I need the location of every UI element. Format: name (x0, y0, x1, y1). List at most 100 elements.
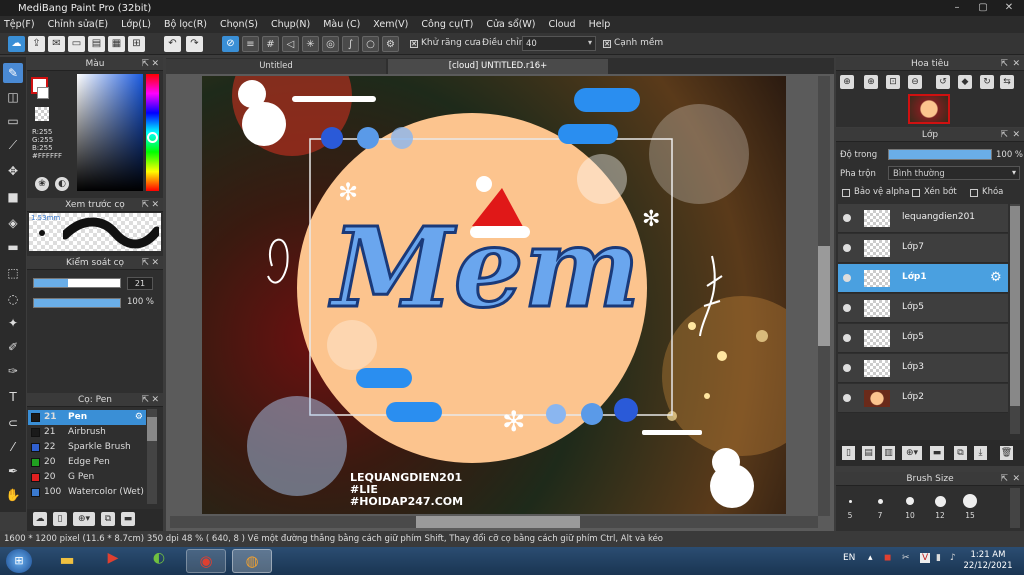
navigator-thumbnail[interactable] (908, 94, 950, 124)
lasso-icon[interactable]: ◌ (3, 289, 23, 309)
brush-item[interactable]: 22 Sparkle Brush (28, 440, 146, 455)
brush-size-slider[interactable] (33, 278, 121, 288)
tab-untitled[interactable]: Untitled (166, 59, 386, 74)
scrollbar-thumb[interactable] (818, 246, 830, 346)
layout-icon[interactable]: ▦ (108, 36, 125, 52)
select-pen-icon[interactable]: ✐ (3, 337, 23, 357)
brush-tool-icon[interactable]: ✎ (3, 63, 23, 83)
flip-icon[interactable]: ⇆ (1000, 75, 1014, 89)
float-icon[interactable]: ⇱ (1000, 128, 1008, 142)
eyedropper-icon[interactable]: ⁄ (3, 437, 23, 457)
menu-cloud[interactable]: Cloud (548, 19, 575, 30)
float-icon[interactable]: ⇱ (141, 57, 149, 71)
brush-item[interactable]: 21 Pen ⚙ (28, 410, 146, 425)
scrollbar-thumb[interactable] (147, 417, 157, 441)
magic-wand-icon[interactable]: ✦ (3, 313, 23, 333)
share-icon[interactable]: ⇪ (28, 36, 45, 52)
layer-item[interactable]: Lớp1 ⚙ (838, 264, 1008, 293)
redo-icon[interactable]: ↷ (186, 36, 203, 52)
start-button[interactable]: ⊞ (6, 549, 32, 573)
rect-tool-icon[interactable]: ▭ (3, 111, 23, 131)
new-layer-icon[interactable]: ▯ (842, 446, 855, 460)
scrollbar-thumb[interactable] (1010, 206, 1020, 406)
zoom-in-icon[interactable]: ⊕ (864, 75, 878, 89)
new-layer-8bit-icon[interactable]: ▤ (862, 446, 875, 460)
panel-close-icon[interactable]: ✕ (1012, 57, 1020, 71)
menu-select[interactable]: Chọn(S) (220, 19, 258, 30)
canvas-horizontal-scrollbar[interactable] (170, 516, 818, 528)
panel-close-icon[interactable]: ✕ (151, 57, 159, 71)
tab-cloud-untitled[interactable]: [cloud] UNTITLED.r16+ (388, 59, 608, 74)
gradient-tool-icon[interactable]: ▬ (3, 237, 23, 257)
brush-size-scrollbar[interactable] (1010, 488, 1020, 528)
comment-icon[interactable]: ▭ (68, 36, 85, 52)
settings-snap-icon[interactable]: ⚙ (382, 36, 399, 52)
menu-layer[interactable]: Lớp(L) (121, 19, 151, 30)
eye-icon[interactable] (843, 244, 851, 252)
add-brush-icon[interactable]: ⊕▾ (73, 512, 95, 526)
fit-icon[interactable]: ⊡ (886, 75, 900, 89)
brush-size-option[interactable]: 15 (956, 492, 984, 520)
line-tool-icon[interactable]: ⟋ (3, 135, 23, 155)
float-icon[interactable]: ⇱ (141, 393, 149, 407)
concentric-snap-icon[interactable]: ◎ (322, 36, 339, 52)
brush-size-value[interactable]: 21 (127, 277, 153, 290)
chrome-icon[interactable]: ◉ (186, 549, 226, 573)
medibang-icon[interactable]: ◍ (232, 549, 272, 573)
minimize-button[interactable]: – (944, 0, 970, 16)
fill-rect-tool-icon[interactable]: ■ (3, 187, 23, 207)
canvas-vertical-scrollbar[interactable] (818, 76, 830, 516)
app-icon[interactable]: ◐ (144, 550, 174, 572)
chat-icon[interactable]: ✉ (48, 36, 65, 52)
layer-item[interactable]: Lớp5 (838, 324, 1008, 353)
media-player-icon[interactable]: ▶ (98, 550, 128, 572)
brush-list-scrollbar[interactable] (147, 409, 157, 504)
parallel-snap-icon[interactable]: ≡ (242, 36, 259, 52)
trash-icon[interactable]: 🗑 (1000, 446, 1013, 460)
pen-tool-icon[interactable]: ✒ (3, 461, 23, 481)
panel-close-icon[interactable]: ✕ (151, 393, 159, 407)
new-layer-1bit-icon[interactable]: ▥ (882, 446, 895, 460)
eye-icon[interactable] (843, 334, 851, 342)
eye-icon[interactable] (843, 274, 851, 282)
brush-item[interactable]: 100 Watercolor (Wet) (28, 485, 146, 500)
panel-close-icon[interactable]: ✕ (1012, 472, 1020, 486)
clock-time[interactable]: 1:21 AM (966, 550, 1010, 560)
eye-icon[interactable] (843, 304, 851, 312)
cross-snap-icon[interactable]: # (262, 36, 279, 52)
vanish-snap-icon[interactable]: ◁ (282, 36, 299, 52)
eraser-tool-icon[interactable]: ◫ (3, 87, 23, 107)
rotate-left-icon[interactable]: ↺ (936, 75, 950, 89)
radial-snap-icon[interactable]: ✳ (302, 36, 319, 52)
artwork-canvas[interactable]: Mem ✻ ✻ ✻ LEQUANGDIEN201 #LIE #HOIDAP247… (202, 76, 786, 514)
layer-item[interactable]: Lớp7 (838, 234, 1008, 263)
panel-close-icon[interactable]: ✕ (1012, 128, 1020, 142)
zoom-in-icon[interactable]: ⊕ (840, 75, 854, 89)
menu-window[interactable]: Cửa sổ(W) (486, 19, 535, 30)
page-icon[interactable]: ▤ (88, 36, 105, 52)
tray-app-icon[interactable]: ◼ (884, 553, 891, 563)
select-eraser-icon[interactable]: ✑ (3, 361, 23, 381)
palette-icon[interactable]: ❀ (35, 177, 49, 191)
brush-item[interactable]: 20 G Pen (28, 470, 146, 485)
curve-snap-icon[interactable]: ∫ (342, 36, 359, 52)
maximize-button[interactable]: ▢ (970, 0, 996, 16)
hue-slider[interactable] (146, 74, 159, 191)
menu-capture[interactable]: Chụp(N) (271, 19, 310, 30)
tray-icon[interactable]: ✂ (902, 553, 910, 563)
language-indicator[interactable]: EN (843, 553, 855, 563)
grid-icon[interactable]: ⊞ (128, 36, 145, 52)
layer-opacity-slider[interactable] (888, 149, 992, 160)
eye-icon[interactable] (843, 394, 851, 402)
bg-color-swatch[interactable] (37, 87, 49, 99)
zoom-out-icon[interactable]: ⊖ (908, 75, 922, 89)
close-button[interactable]: ✕ (996, 0, 1022, 16)
float-icon[interactable]: ⇱ (141, 198, 149, 212)
panel-close-icon[interactable]: ✕ (151, 256, 159, 270)
network-icon[interactable]: ▮ (936, 553, 941, 563)
correction-select[interactable]: 40 ▾ (522, 36, 596, 51)
hand-tool-icon[interactable]: ✋ (3, 485, 23, 505)
menu-edit[interactable]: Chỉnh sửa(E) (48, 19, 109, 30)
cloud-brush-icon[interactable]: ☁ (33, 512, 47, 526)
float-icon[interactable]: ⇱ (1000, 472, 1008, 486)
